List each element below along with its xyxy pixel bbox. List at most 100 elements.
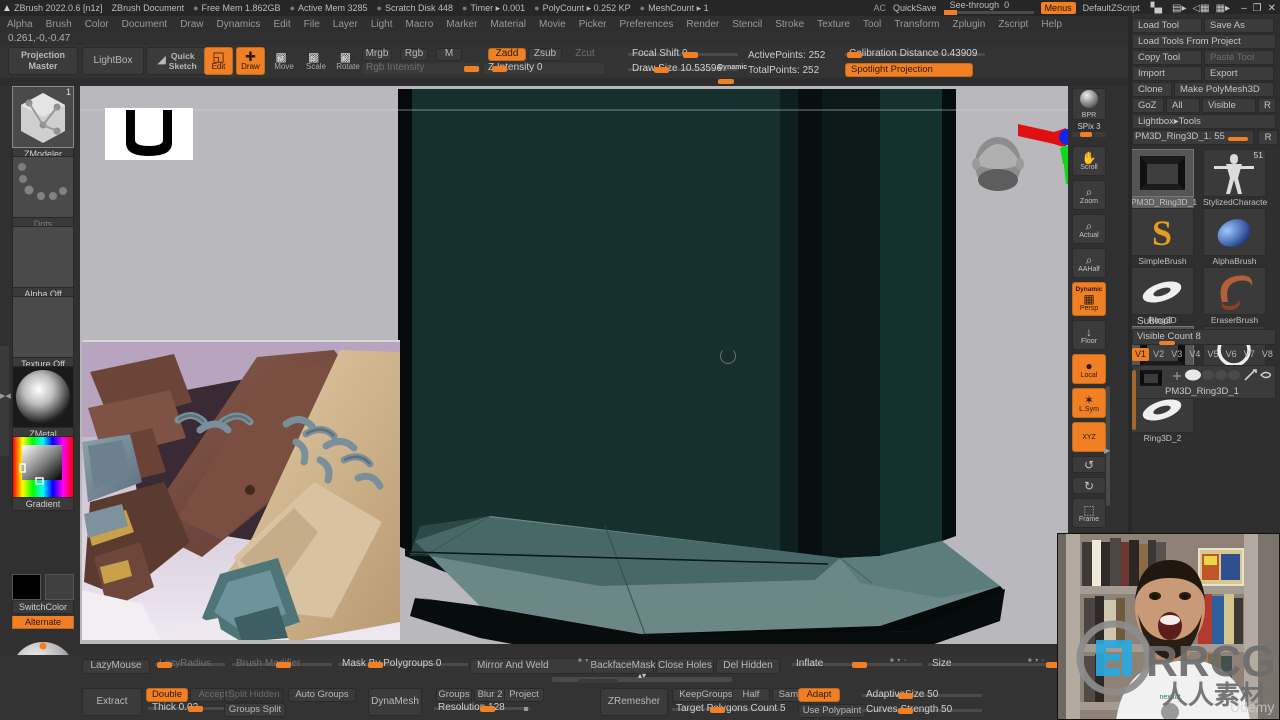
half-button[interactable]: Half [732, 688, 770, 702]
projection-master-button[interactable]: Projection Master [8, 47, 78, 75]
tool-thumb-alphabrush[interactable]: AlphaBrush [1203, 208, 1266, 267]
texture-off-icon[interactable] [12, 296, 74, 358]
menu-item-texture[interactable]: Texture [817, 19, 850, 30]
aahalf-button[interactable]: ⌕ AAHalf [1072, 248, 1106, 278]
quicksave-button[interactable]: QuickSave [893, 3, 937, 13]
subtool-item-row[interactable]: PM3D_Ring3D_1 [1132, 365, 1276, 399]
bpr-render-button[interactable]: BPR [1072, 88, 1106, 120]
subtool-layer-v4[interactable]: V4 [1186, 348, 1203, 361]
left-slot-alpha-off[interactable]: Alpha Off [12, 226, 74, 301]
menu-item-stroke[interactable]: Stroke [775, 19, 804, 30]
menu-item-marker[interactable]: Marker [446, 19, 477, 30]
redo-history-button[interactable]: ↻ [1072, 477, 1106, 494]
size-modifier-icons[interactable]: ■ ▾ ▫ [1028, 657, 1045, 664]
current-tool-slider[interactable]: PM3D_Ring3D_1. 55 R [1132, 130, 1278, 145]
xyz-button[interactable]: XYZ [1072, 422, 1106, 452]
subtool-layer-v6[interactable]: V6 [1223, 348, 1240, 361]
resolution-slider[interactable]: Resolution 128 [434, 702, 530, 714]
blur-button[interactable]: Blur 2 [474, 688, 506, 702]
undo-history-button[interactable]: ↺ [1072, 456, 1106, 473]
lazy-mouse-button[interactable]: LazyMouse [82, 659, 150, 674]
dynamesh-button[interactable]: DynaMesh [368, 688, 422, 716]
scroll-button[interactable]: ✋ Scroll [1072, 146, 1106, 176]
use-polypaint-button[interactable]: Use Polypaint [798, 704, 866, 718]
palette-group-a-icon[interactable]: ▚▖ [1151, 3, 1166, 14]
tool-button-save-as[interactable]: Save As [1204, 18, 1274, 33]
brush-modifier-slider[interactable]: Brush Modifier [232, 658, 332, 670]
draw-mode-button[interactable]: ✚ Draw [236, 47, 265, 75]
switch-color-icon[interactable] [12, 574, 74, 600]
menu-item-brush[interactable]: Brush [46, 19, 72, 30]
del-hidden-button[interactable]: Del Hidden [716, 658, 780, 674]
close-icon[interactable]: ✕ [1268, 3, 1276, 14]
double-button[interactable]: Double [146, 688, 188, 702]
eraserbrush-icon[interactable] [1203, 267, 1266, 315]
tool-thumb-stylizedcharacte[interactable]: 51 StylizedCharacte [1203, 149, 1267, 208]
menu-item-dynamics[interactable]: Dynamics [217, 19, 261, 30]
subtool-layer-v8[interactable]: V8 [1259, 348, 1276, 361]
menu-item-color[interactable]: Color [85, 19, 109, 30]
subtool-layer-v1[interactable]: V1 [1132, 348, 1150, 361]
m-button[interactable]: M [436, 48, 462, 61]
frame-mesh-button[interactable]: ⬚ Frame [1072, 498, 1106, 528]
spotlight-projection-button[interactable]: Spotlight Projection [845, 63, 973, 77]
subtool-layer-v3[interactable]: V3 [1168, 348, 1185, 361]
menu-item-render[interactable]: Render [686, 19, 719, 30]
tool-button-goz[interactable]: GoZ [1132, 98, 1164, 113]
menu-item-edit[interactable]: Edit [273, 19, 290, 30]
palette-group-d-icon[interactable]: ▦▸ [1216, 3, 1230, 14]
menu-item-help[interactable]: Help [1041, 19, 1062, 30]
minimize-icon[interactable]: – [1241, 3, 1247, 14]
tool-button-all[interactable]: All [1166, 98, 1200, 113]
shelf-strip-knob-0[interactable] [718, 79, 734, 84]
spotlight-reference-image[interactable] [82, 340, 400, 640]
color-picker[interactable]: Gradient [12, 436, 74, 511]
rotate-mode-button[interactable]: ▩R Rotate [334, 47, 362, 75]
tool-thumb-simplebrush[interactable]: S SimpleBrush [1131, 208, 1194, 267]
lazy-radius-slider[interactable]: LazyRadius [155, 658, 225, 670]
edit-mode-button[interactable]: ◱ Edit [204, 47, 233, 75]
spix-slider[interactable]: SPix 3 [1072, 122, 1106, 142]
menu-item-tool[interactable]: Tool [863, 19, 881, 30]
menu-item-movie[interactable]: Movie [539, 19, 566, 30]
split-hidden-button[interactable]: Split Hidden [224, 688, 284, 702]
menu-item-document[interactable]: Document [122, 19, 168, 30]
stroke-dots-icon[interactable] [12, 156, 74, 218]
thick-slider[interactable]: Thick 0.02 [148, 702, 234, 714]
shelf-scrollbar[interactable] [578, 679, 618, 683]
menu-item-transform[interactable]: Transform [894, 19, 939, 30]
alpha-off-icon[interactable] [12, 226, 74, 288]
left-slot-texture-off[interactable]: Texture Off [12, 296, 74, 371]
menu-item-draw[interactable]: Draw [180, 19, 203, 30]
left-slot-zmetal[interactable]: ZMetal [12, 366, 74, 441]
dynamic-label[interactable]: Dynamic [718, 64, 747, 71]
quick-sketch-button[interactable]: ◢ Quick Sketch [146, 47, 208, 75]
zcut-button[interactable]: Zcut [570, 48, 600, 61]
focal-shift-slider[interactable]: Focal Shift 0 [628, 48, 738, 60]
rgb-button[interactable]: Rgb [400, 48, 428, 61]
project-button[interactable]: Project [504, 688, 544, 702]
local-transform-button[interactable]: ● Local [1072, 354, 1106, 384]
see-through-slider[interactable]: See-through 0 [943, 0, 1034, 15]
ring-icon[interactable] [1131, 267, 1194, 315]
tool-slider-r-button[interactable]: R [1258, 130, 1278, 145]
menu-item-zscript[interactable]: Zscript [998, 19, 1028, 30]
keep-groups-button[interactable]: KeepGroups [672, 688, 740, 702]
actual-size-button[interactable]: ⌕ Actual [1072, 214, 1106, 244]
subtool-layer-v5[interactable]: V5 [1205, 348, 1222, 361]
menu-item-file[interactable]: File [304, 19, 320, 30]
extract-button[interactable]: Extract [82, 688, 142, 716]
visible-count-slider[interactable]: Visible Count 8 [1132, 329, 1276, 345]
palette-group-b-icon[interactable]: ▤▸ [1172, 3, 1186, 14]
tool-button-make-polymesh3d[interactable]: Make PolyMesh3D [1174, 82, 1274, 97]
switch-color-swatches[interactable]: SwitchColor Alternate [12, 574, 74, 629]
mrgb-button[interactable]: Mrgb [362, 48, 392, 61]
tool-button-paste-tool[interactable]: Paste Tool [1204, 50, 1274, 65]
character-icon[interactable]: 51 [1203, 149, 1266, 197]
left-slot-zmodeler[interactable]: 1 ZModeler [12, 86, 74, 161]
tool-button-load-tool[interactable]: Load Tool [1132, 18, 1202, 33]
adaptive-size-slider[interactable]: AdaptiveSize 50 [862, 689, 982, 701]
tool-button-export[interactable]: Export [1204, 66, 1274, 81]
menu-item-stencil[interactable]: Stencil [732, 19, 762, 30]
rgb-intensity-slider[interactable]: Rgb Intensity [362, 62, 480, 74]
